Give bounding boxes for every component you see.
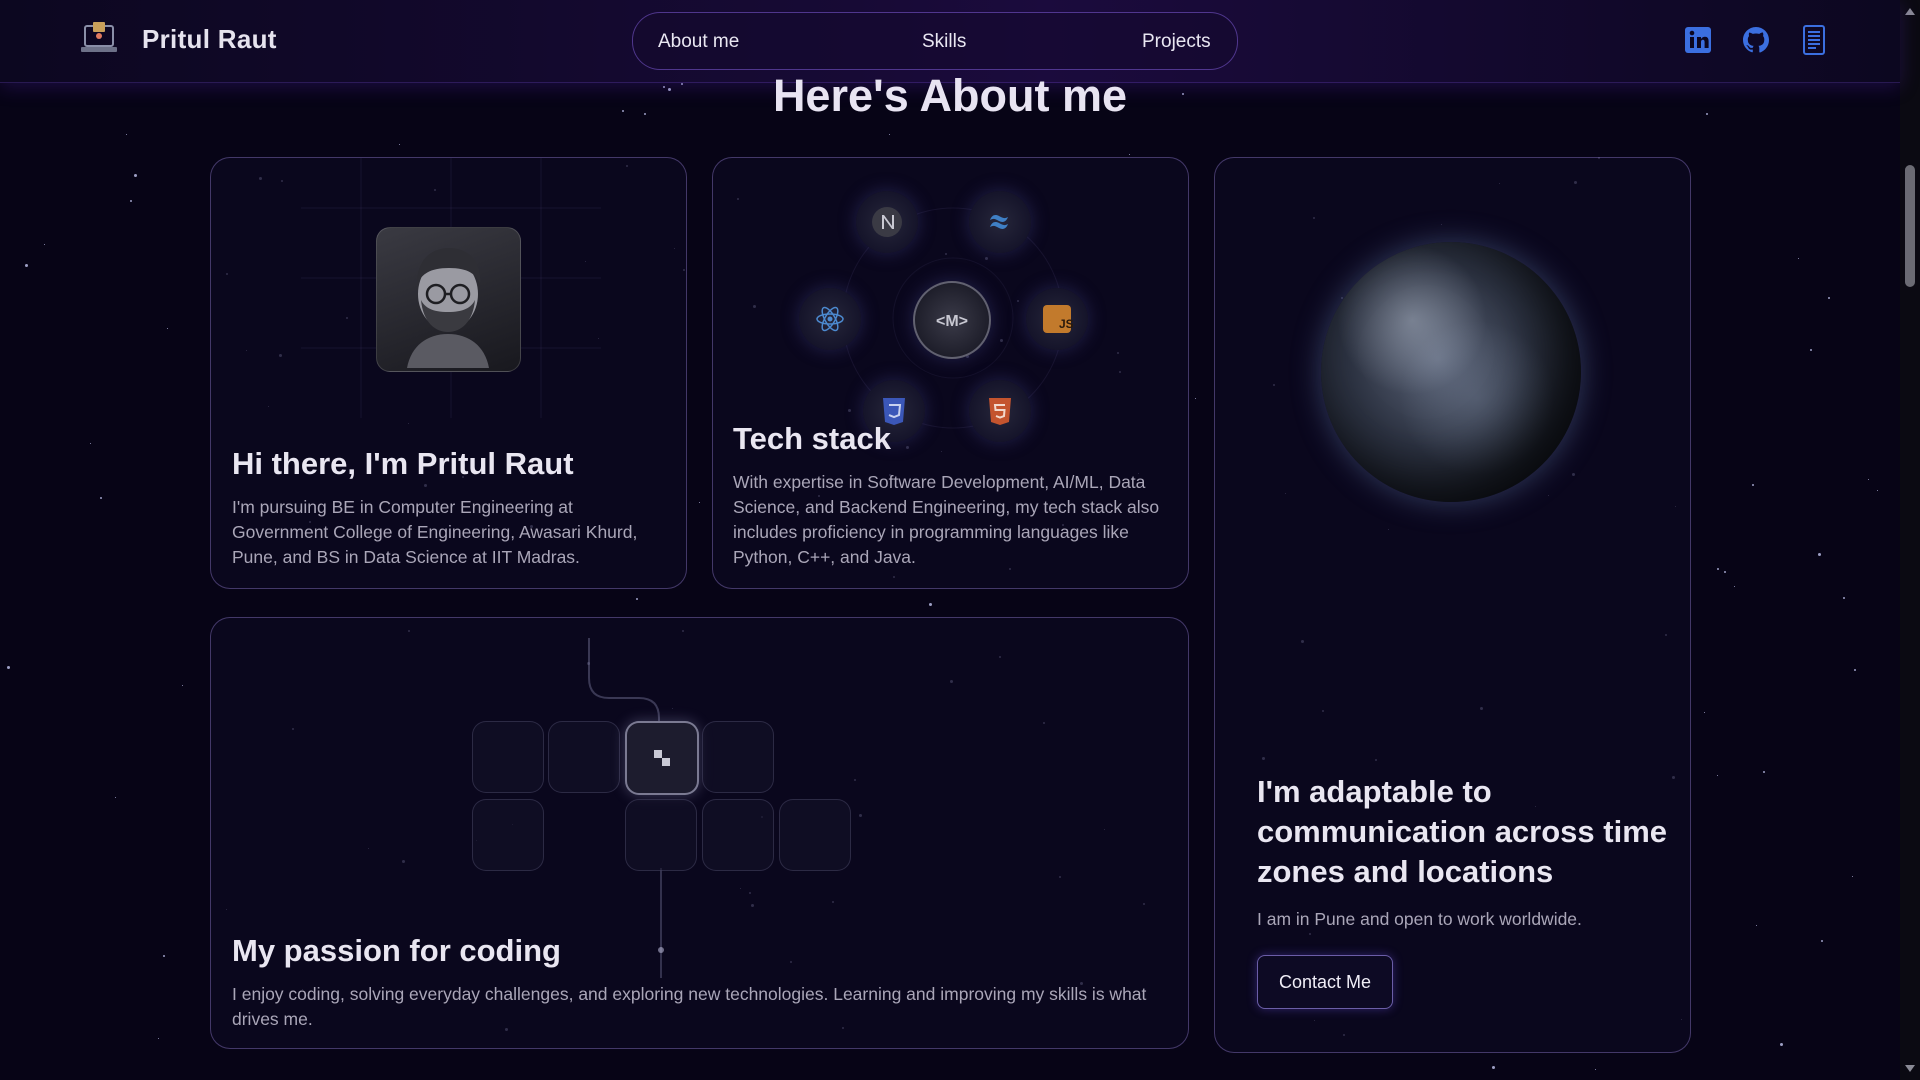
tech-stack-card: <M> JS Tech stack With expertise in Soft… xyxy=(712,157,1189,589)
star xyxy=(1733,585,1735,587)
html5-icon xyxy=(969,380,1031,442)
intro-text: I'm pursuing BE in Computer Engineering … xyxy=(232,497,638,567)
active-chip xyxy=(625,721,699,795)
section-title: Here's About me xyxy=(772,70,1128,121)
scrollbar[interactable] xyxy=(1900,0,1920,1080)
star xyxy=(1828,296,1831,299)
star xyxy=(1717,775,1719,777)
star xyxy=(129,200,132,203)
star xyxy=(929,602,933,606)
star xyxy=(1194,398,1196,400)
grid-chip xyxy=(472,721,544,793)
star xyxy=(1820,939,1823,942)
star xyxy=(99,497,102,500)
star xyxy=(1877,490,1879,492)
contact-me-button[interactable]: Contact Me xyxy=(1257,955,1393,1009)
star xyxy=(114,797,116,799)
svg-text:<M>: <M> xyxy=(936,313,968,330)
brand-name: Pritul Raut xyxy=(142,23,277,54)
star xyxy=(1797,258,1799,260)
react-icon xyxy=(799,288,861,350)
globe-image xyxy=(1321,242,1581,502)
star xyxy=(1756,924,1758,926)
star xyxy=(1703,711,1705,713)
star xyxy=(1818,553,1822,557)
nav-menu: About me Skills Projects xyxy=(632,12,1238,70)
star xyxy=(1594,1069,1596,1071)
passion-text: I enjoy coding, solving everyday challen… xyxy=(232,984,1147,1029)
star xyxy=(699,501,701,503)
star xyxy=(125,134,127,136)
laptop-logo-icon xyxy=(81,22,117,52)
star xyxy=(133,173,137,177)
github-icon[interactable] xyxy=(1740,24,1772,56)
location-title: I'm adaptable to communication across ti… xyxy=(1257,774,1668,889)
star xyxy=(1492,1065,1496,1069)
passion-card: My passion for coding I enjoy coding, so… xyxy=(210,617,1189,1049)
code-icon xyxy=(654,750,670,766)
linkedin-icon[interactable] xyxy=(1682,24,1714,56)
star xyxy=(1843,596,1846,599)
intro-card: Hi there, I'm Pritul Raut I'm pursuing B… xyxy=(210,157,687,589)
svg-text:JS: JS xyxy=(1059,317,1073,331)
star xyxy=(635,598,638,601)
nextjs-icon xyxy=(856,191,918,253)
star xyxy=(163,954,166,957)
avatar-illustration xyxy=(407,248,489,368)
nav-link-skills[interactable]: Skills xyxy=(922,31,966,53)
star xyxy=(1854,669,1857,672)
star xyxy=(1779,1042,1783,1046)
scroll-down-arrow-icon[interactable] xyxy=(1905,1065,1915,1072)
star xyxy=(7,666,10,670)
intro-title: Hi there, I'm Pritul Raut xyxy=(232,446,574,481)
star xyxy=(1867,479,1869,481)
star xyxy=(1716,567,1719,570)
avatar xyxy=(376,227,521,372)
scroll-thumb[interactable] xyxy=(1905,165,1915,287)
tech-stack-title: Tech stack xyxy=(733,421,891,456)
nav-link-about[interactable]: About me xyxy=(658,31,739,53)
star xyxy=(888,134,890,136)
grid-chip xyxy=(548,721,620,793)
grid-chip xyxy=(472,799,544,871)
scroll-up-arrow-icon[interactable] xyxy=(1905,8,1915,15)
star xyxy=(1752,483,1755,486)
star xyxy=(90,443,92,445)
star xyxy=(398,144,400,146)
nav-link-projects[interactable]: Projects xyxy=(1142,31,1211,53)
grid-chip xyxy=(702,799,774,871)
my-logo-icon: <M> xyxy=(913,281,991,359)
star xyxy=(44,243,46,245)
star xyxy=(158,1038,160,1040)
star xyxy=(1128,154,1130,156)
passion-title: My passion for coding xyxy=(232,933,561,968)
location-text: I am in Pune and open to work worldwide. xyxy=(1257,909,1582,929)
star xyxy=(1762,770,1765,773)
javascript-icon: JS xyxy=(1026,288,1088,350)
location-card: I'm adaptable to communication across ti… xyxy=(1214,157,1691,1053)
star xyxy=(181,684,183,686)
grid-chip xyxy=(702,721,774,793)
social-links xyxy=(1682,24,1830,56)
brand[interactable]: Pritul Raut xyxy=(78,20,277,58)
star xyxy=(1810,349,1813,352)
star xyxy=(1852,875,1854,877)
star xyxy=(25,263,29,267)
star xyxy=(1724,571,1727,574)
star xyxy=(167,328,169,330)
grid-chip xyxy=(625,799,697,871)
tech-stack-text: With expertise in Software Development, … xyxy=(733,472,1160,567)
document-icon[interactable] xyxy=(1798,24,1830,56)
grid-chip xyxy=(779,799,851,871)
tailwind-icon xyxy=(969,191,1031,253)
